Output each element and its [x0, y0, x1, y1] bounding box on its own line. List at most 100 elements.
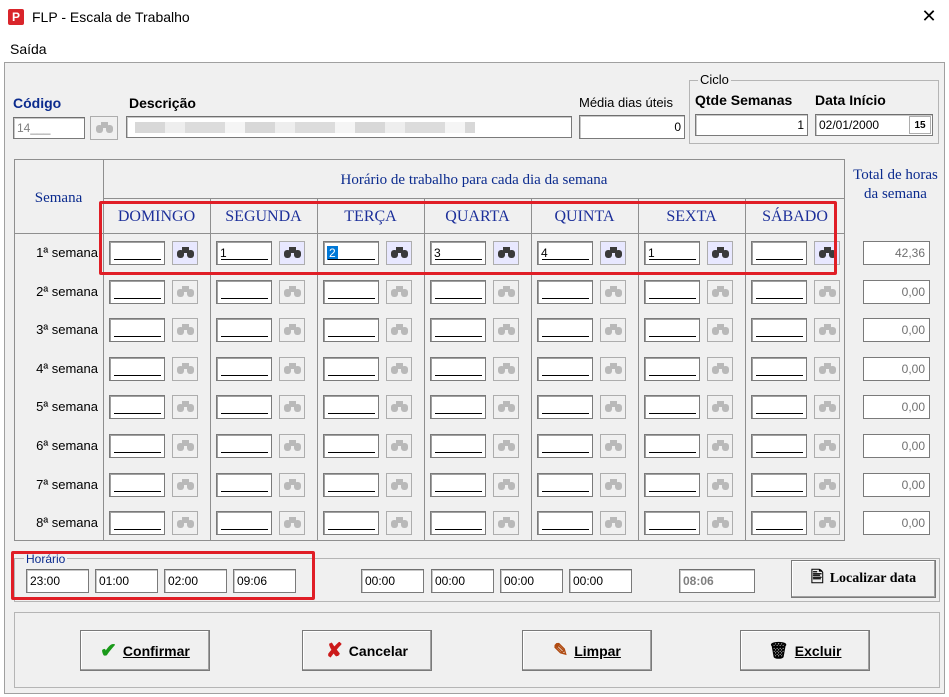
- day-schedule-input[interactable]: [216, 318, 272, 342]
- confirmar-button[interactable]: ✔ Confirmar: [80, 630, 210, 671]
- day-schedule-input[interactable]: [216, 511, 272, 535]
- schedule-lookup-button[interactable]: [279, 318, 305, 342]
- schedule-lookup-button[interactable]: [814, 511, 840, 535]
- day-schedule-input[interactable]: [537, 318, 593, 342]
- day-schedule-input[interactable]: [216, 280, 272, 304]
- schedule-lookup-button[interactable]: [279, 511, 305, 535]
- day-schedule-input[interactable]: [109, 280, 165, 304]
- schedule-lookup-button[interactable]: [707, 511, 733, 535]
- excluir-button[interactable]: 🗑 Excluir: [740, 630, 870, 671]
- schedule-lookup-button[interactable]: [814, 473, 840, 497]
- schedule-lookup-button[interactable]: [707, 357, 733, 381]
- horario-field[interactable]: 00:00: [431, 569, 494, 593]
- schedule-lookup-button[interactable]: [279, 357, 305, 381]
- day-schedule-input[interactable]: [109, 473, 165, 497]
- media-field[interactable]: 0: [579, 115, 685, 139]
- day-schedule-input[interactable]: [430, 511, 486, 535]
- schedule-lookup-button[interactable]: [707, 280, 733, 304]
- schedule-lookup-button[interactable]: [386, 318, 412, 342]
- day-schedule-input[interactable]: [109, 395, 165, 419]
- schedule-lookup-button[interactable]: [172, 318, 198, 342]
- qtde-semanas-field[interactable]: 1: [695, 114, 808, 136]
- day-schedule-input[interactable]: [751, 280, 807, 304]
- schedule-lookup-button[interactable]: [600, 434, 626, 458]
- day-schedule-input[interactable]: [644, 511, 700, 535]
- schedule-lookup-button[interactable]: [386, 357, 412, 381]
- schedule-lookup-button[interactable]: [600, 511, 626, 535]
- day-schedule-input[interactable]: [430, 473, 486, 497]
- day-schedule-input[interactable]: [430, 318, 486, 342]
- schedule-lookup-button[interactable]: [493, 434, 519, 458]
- schedule-lookup-button[interactable]: [493, 357, 519, 381]
- day-schedule-input[interactable]: [109, 434, 165, 458]
- day-schedule-input[interactable]: [216, 434, 272, 458]
- schedule-lookup-button[interactable]: [386, 434, 412, 458]
- codigo-field[interactable]: 14___: [13, 117, 85, 139]
- day-schedule-input[interactable]: [537, 511, 593, 535]
- schedule-lookup-button[interactable]: [600, 318, 626, 342]
- day-schedule-input[interactable]: [644, 395, 700, 419]
- schedule-lookup-button[interactable]: [386, 511, 412, 535]
- day-schedule-input[interactable]: [323, 473, 379, 497]
- day-schedule-input[interactable]: [430, 357, 486, 381]
- day-schedule-input[interactable]: [430, 395, 486, 419]
- schedule-lookup-button[interactable]: [172, 280, 198, 304]
- schedule-lookup-button[interactable]: [493, 395, 519, 419]
- day-schedule-input[interactable]: [644, 434, 700, 458]
- day-schedule-input[interactable]: [644, 473, 700, 497]
- schedule-lookup-button[interactable]: [600, 395, 626, 419]
- limpar-button[interactable]: ✎ Limpar: [522, 630, 652, 671]
- day-schedule-input[interactable]: [109, 357, 165, 381]
- day-schedule-input[interactable]: [323, 280, 379, 304]
- schedule-lookup-button[interactable]: [493, 280, 519, 304]
- day-schedule-input[interactable]: [109, 318, 165, 342]
- day-schedule-input[interactable]: [644, 280, 700, 304]
- horario-field[interactable]: 00:00: [569, 569, 632, 593]
- schedule-lookup-button[interactable]: [172, 511, 198, 535]
- schedule-lookup-button[interactable]: [386, 395, 412, 419]
- day-schedule-input[interactable]: [751, 511, 807, 535]
- schedule-lookup-button[interactable]: [279, 473, 305, 497]
- schedule-lookup-button[interactable]: [707, 318, 733, 342]
- day-schedule-input[interactable]: [216, 357, 272, 381]
- codigo-lookup-button[interactable]: [90, 116, 118, 140]
- schedule-lookup-button[interactable]: [814, 280, 840, 304]
- schedule-lookup-button[interactable]: [279, 434, 305, 458]
- schedule-lookup-button[interactable]: [386, 473, 412, 497]
- schedule-lookup-button[interactable]: [172, 434, 198, 458]
- schedule-lookup-button[interactable]: [600, 473, 626, 497]
- descricao-field[interactable]: [126, 116, 572, 138]
- day-schedule-input[interactable]: [537, 473, 593, 497]
- day-schedule-input[interactable]: [323, 318, 379, 342]
- schedule-lookup-button[interactable]: [814, 395, 840, 419]
- day-schedule-input[interactable]: [751, 473, 807, 497]
- schedule-lookup-button[interactable]: [279, 280, 305, 304]
- schedule-lookup-button[interactable]: [493, 318, 519, 342]
- day-schedule-input[interactable]: [323, 395, 379, 419]
- schedule-lookup-button[interactable]: [600, 280, 626, 304]
- schedule-lookup-button[interactable]: [386, 280, 412, 304]
- horario-field[interactable]: 00:00: [500, 569, 563, 593]
- schedule-lookup-button[interactable]: [600, 357, 626, 381]
- schedule-lookup-button[interactable]: [814, 434, 840, 458]
- day-schedule-input[interactable]: [216, 395, 272, 419]
- day-schedule-input[interactable]: [537, 280, 593, 304]
- day-schedule-input[interactable]: [751, 395, 807, 419]
- day-schedule-input[interactable]: [644, 318, 700, 342]
- day-schedule-input[interactable]: [109, 511, 165, 535]
- calendar-icon[interactable]: 15: [909, 116, 931, 134]
- schedule-lookup-button[interactable]: [814, 318, 840, 342]
- cancelar-button[interactable]: ✘ Cancelar: [302, 630, 432, 671]
- day-schedule-input[interactable]: [537, 395, 593, 419]
- day-schedule-input[interactable]: [537, 434, 593, 458]
- day-schedule-input[interactable]: [751, 357, 807, 381]
- schedule-lookup-button[interactable]: [493, 473, 519, 497]
- day-schedule-input[interactable]: [323, 511, 379, 535]
- schedule-lookup-button[interactable]: [707, 434, 733, 458]
- day-schedule-input[interactable]: [644, 357, 700, 381]
- horario-field[interactable]: 00:00: [361, 569, 424, 593]
- schedule-lookup-button[interactable]: [172, 395, 198, 419]
- schedule-lookup-button[interactable]: [707, 473, 733, 497]
- day-schedule-input[interactable]: [430, 434, 486, 458]
- schedule-lookup-button[interactable]: [279, 395, 305, 419]
